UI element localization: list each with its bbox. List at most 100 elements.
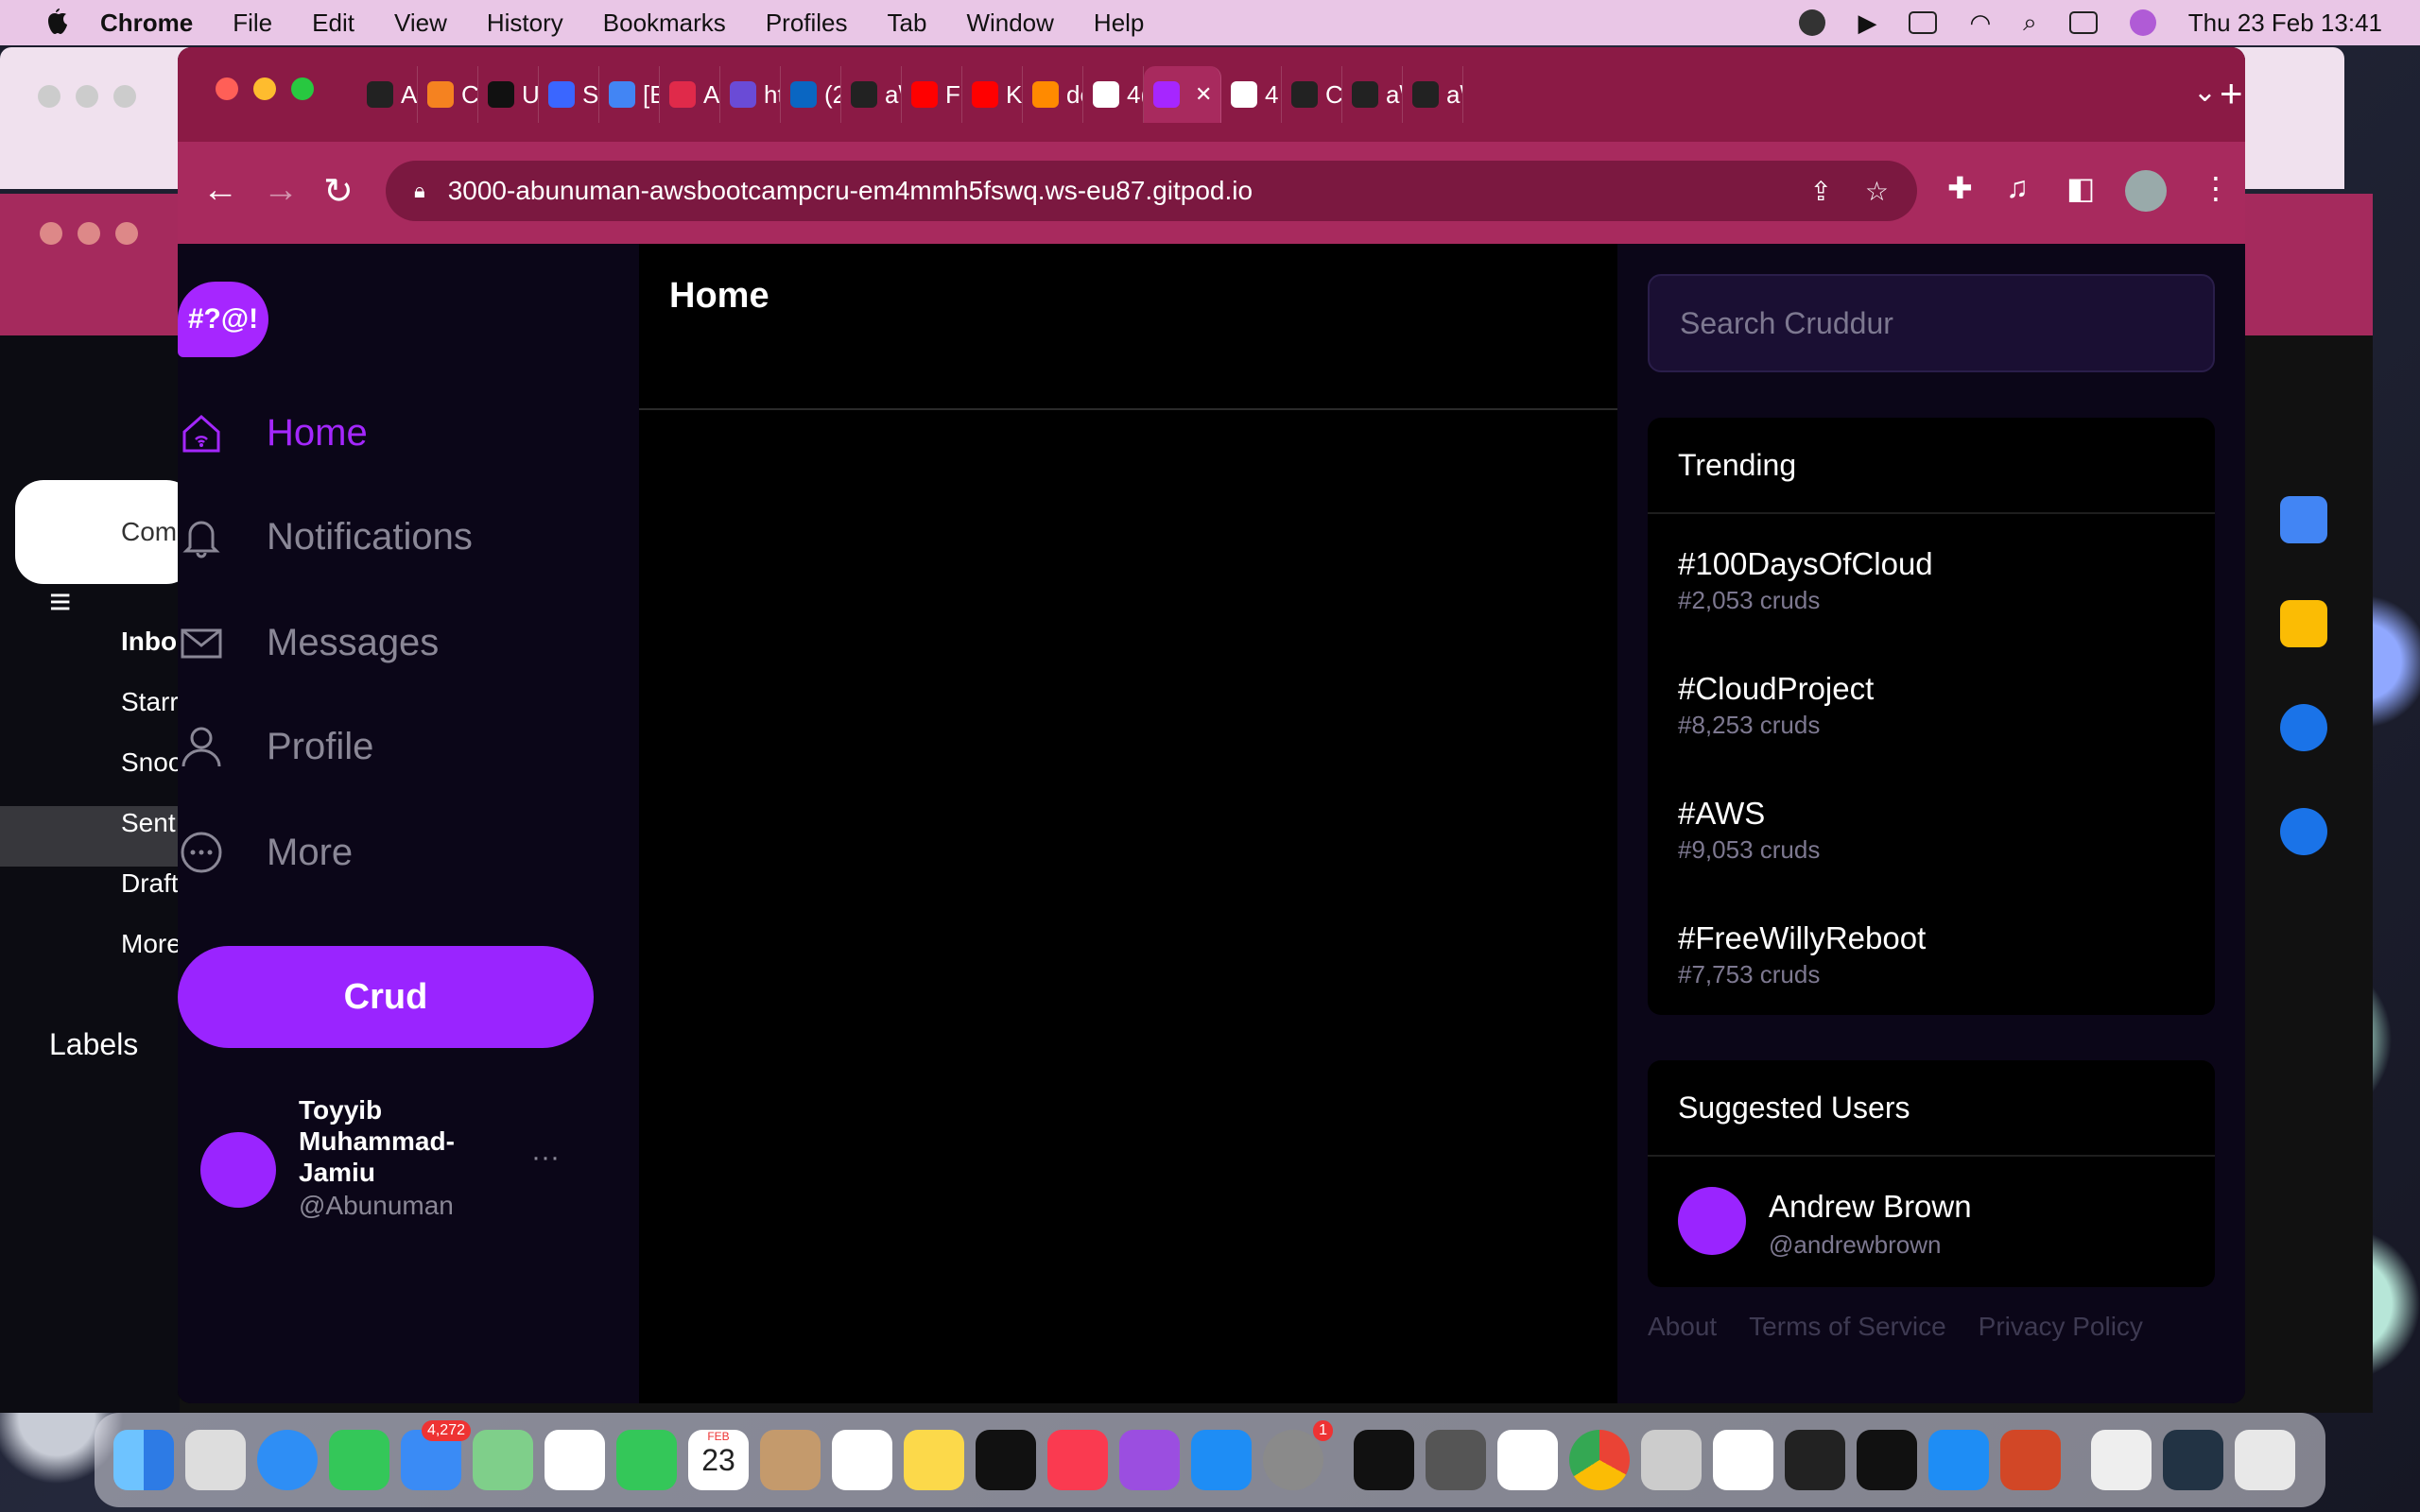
hamburger-menu-icon[interactable]: ≡ — [49, 581, 71, 624]
user-profile-card[interactable]: Toyyib Muhammad-Jamiu @Abunuman ··· — [200, 1094, 616, 1236]
nav-home[interactable]: Home — [178, 400, 368, 466]
siri-icon[interactable] — [2129, 9, 2156, 36]
photos-icon[interactable] — [544, 1430, 605, 1490]
browser-tab[interactable]: de — [1023, 66, 1083, 123]
user-menu-button[interactable]: ··· — [531, 1142, 560, 1174]
safari-icon[interactable] — [257, 1430, 318, 1490]
finder-icon[interactable] — [113, 1430, 174, 1490]
gmail-sent[interactable]: Sent — [121, 808, 176, 838]
bluetooth-icon[interactable] — [1928, 1430, 1989, 1490]
bookmark-star-icon[interactable]: ☆ — [1865, 176, 1889, 207]
menu-view[interactable]: View — [394, 9, 447, 38]
browser-tab[interactable]: S — [539, 66, 599, 123]
tab-active[interactable]: ✕ — [1144, 66, 1221, 123]
podcasts-icon[interactable] — [1119, 1430, 1180, 1490]
activity-monitor-icon[interactable] — [1785, 1430, 1845, 1490]
creative-cloud-icon[interactable] — [1799, 9, 1826, 36]
contacts-app-icon[interactable] — [760, 1430, 821, 1490]
maps-icon[interactable] — [473, 1430, 533, 1490]
footer-terms-link[interactable]: Terms of Service — [1749, 1312, 1946, 1342]
browser-tab[interactable]: (2 — [781, 66, 841, 123]
nav-profile[interactable]: Profile — [178, 713, 373, 780]
battery-icon[interactable] — [1909, 11, 1938, 34]
menu-history[interactable]: History — [487, 9, 563, 38]
trash-icon[interactable] — [2235, 1430, 2295, 1490]
browser-tab[interactable]: 4 — [1221, 66, 1282, 123]
menu-bookmarks[interactable]: Bookmarks — [603, 9, 726, 38]
recent-window-thumbnail[interactable] — [2091, 1430, 2152, 1490]
apple-icon[interactable] — [38, 4, 76, 42]
nav-messages[interactable]: Messages — [178, 610, 439, 676]
contacts-icon[interactable] — [2280, 808, 2327, 855]
window-minimize-button[interactable] — [253, 77, 276, 100]
terminal-icon[interactable] — [1354, 1430, 1414, 1490]
nav-notifications[interactable]: Notifications — [178, 504, 473, 570]
wifi-icon[interactable]: ◠ — [1969, 9, 1991, 38]
chrome-icon[interactable] — [1569, 1430, 1630, 1490]
lock-icon[interactable]: 🔒︎ — [414, 179, 425, 203]
window-close-button[interactable] — [216, 77, 238, 100]
spotlight-search-icon[interactable]: ⌕ — [2023, 8, 2037, 38]
browser-tab[interactable]: a\ — [841, 66, 902, 123]
gmail-zoom-button[interactable] — [115, 222, 138, 245]
extensions-icon[interactable]: ✚ — [1947, 170, 1973, 206]
facetime-icon[interactable] — [616, 1430, 677, 1490]
gmail-more[interactable]: More — [121, 929, 182, 959]
menu-tab[interactable]: Tab — [888, 9, 927, 38]
powerpoint-icon[interactable] — [2000, 1430, 2061, 1490]
bg-minimize-button[interactable] — [76, 85, 98, 108]
bg-zoom-button[interactable] — [113, 85, 136, 108]
gmail-close-button[interactable] — [40, 222, 62, 245]
mail-icon[interactable]: 4,272 — [401, 1420, 471, 1490]
system-settings-icon[interactable]: 1 — [1263, 1420, 1333, 1490]
chrome-menu-icon[interactable]: ⋮ — [2201, 170, 2231, 206]
slack-icon[interactable] — [1713, 1430, 1773, 1490]
browser-tab[interactable]: 4( — [1083, 66, 1144, 123]
calendar-app-icon[interactable]: FEB 23 — [688, 1430, 749, 1490]
tab-close-icon[interactable]: ✕ — [1195, 82, 1212, 107]
keep-icon[interactable] — [2280, 600, 2327, 647]
reminders-icon[interactable] — [832, 1430, 892, 1490]
menu-help[interactable]: Help — [1094, 9, 1144, 38]
gmail-minimize-button[interactable] — [78, 222, 100, 245]
browser-tab[interactable]: A — [357, 66, 418, 123]
new-tab-button[interactable]: + — [2220, 71, 2243, 116]
messages-icon[interactable] — [329, 1430, 389, 1490]
browser-tab[interactable]: a\ — [1403, 66, 1463, 123]
cruddur-logo[interactable]: #?@! — [178, 282, 268, 357]
gmail-starred[interactable]: Starr — [121, 687, 179, 717]
trend-item[interactable]: #AWS #9,053 cruds — [1648, 764, 2215, 888]
address-bar[interactable]: 🔒︎ 3000-abunuman-awsbootcampcru-em4mmh5f… — [386, 161, 1917, 221]
browser-tab[interactable]: ht — [720, 66, 781, 123]
avatar[interactable] — [1678, 1187, 1746, 1255]
back-button[interactable]: ← — [202, 170, 238, 211]
bg-close-button[interactable] — [38, 85, 60, 108]
browser-tab[interactable]: [E — [599, 66, 660, 123]
search-input[interactable] — [1648, 274, 2215, 372]
menu-app-name[interactable]: Chrome — [100, 9, 193, 38]
launchpad-icon[interactable] — [185, 1430, 246, 1490]
side-panel-icon[interactable]: ◧ — [2066, 170, 2095, 206]
forward-button[interactable]: → — [263, 170, 299, 211]
trend-item[interactable]: #100DaysOfCloud #2,053 cruds — [1648, 514, 2215, 639]
browser-tab[interactable]: C — [418, 66, 478, 123]
gmail-drafts[interactable]: Draft — [121, 868, 179, 899]
footer-about-link[interactable]: About — [1648, 1312, 1717, 1342]
play-icon[interactable]: ▶ — [1858, 9, 1876, 38]
app-store-icon[interactable] — [1191, 1430, 1252, 1490]
browser-tab[interactable]: K — [962, 66, 1023, 123]
notes-icon[interactable] — [904, 1430, 964, 1490]
reload-button[interactable]: ↻ — [323, 170, 354, 213]
tab-search-chevron-icon[interactable]: ⌄ — [2193, 76, 2217, 109]
gmail-compose-button[interactable]: Com — [15, 480, 195, 584]
footer-privacy-link[interactable]: Privacy Policy — [1979, 1312, 2143, 1342]
window-zoom-button[interactable] — [291, 77, 314, 100]
recent-window-thumbnail[interactable] — [2163, 1430, 2223, 1490]
tasks-icon[interactable] — [2280, 704, 2327, 751]
menu-edit[interactable]: Edit — [312, 9, 354, 38]
url-text[interactable]: 3000-abunuman-awsbootcampcru-em4mmh5fswq… — [448, 176, 1253, 206]
browser-tab[interactable]: a\ — [1342, 66, 1403, 123]
nav-more[interactable]: More — [178, 819, 353, 885]
menu-profiles[interactable]: Profiles — [766, 9, 848, 38]
control-center-icon[interactable] — [2068, 11, 2098, 34]
